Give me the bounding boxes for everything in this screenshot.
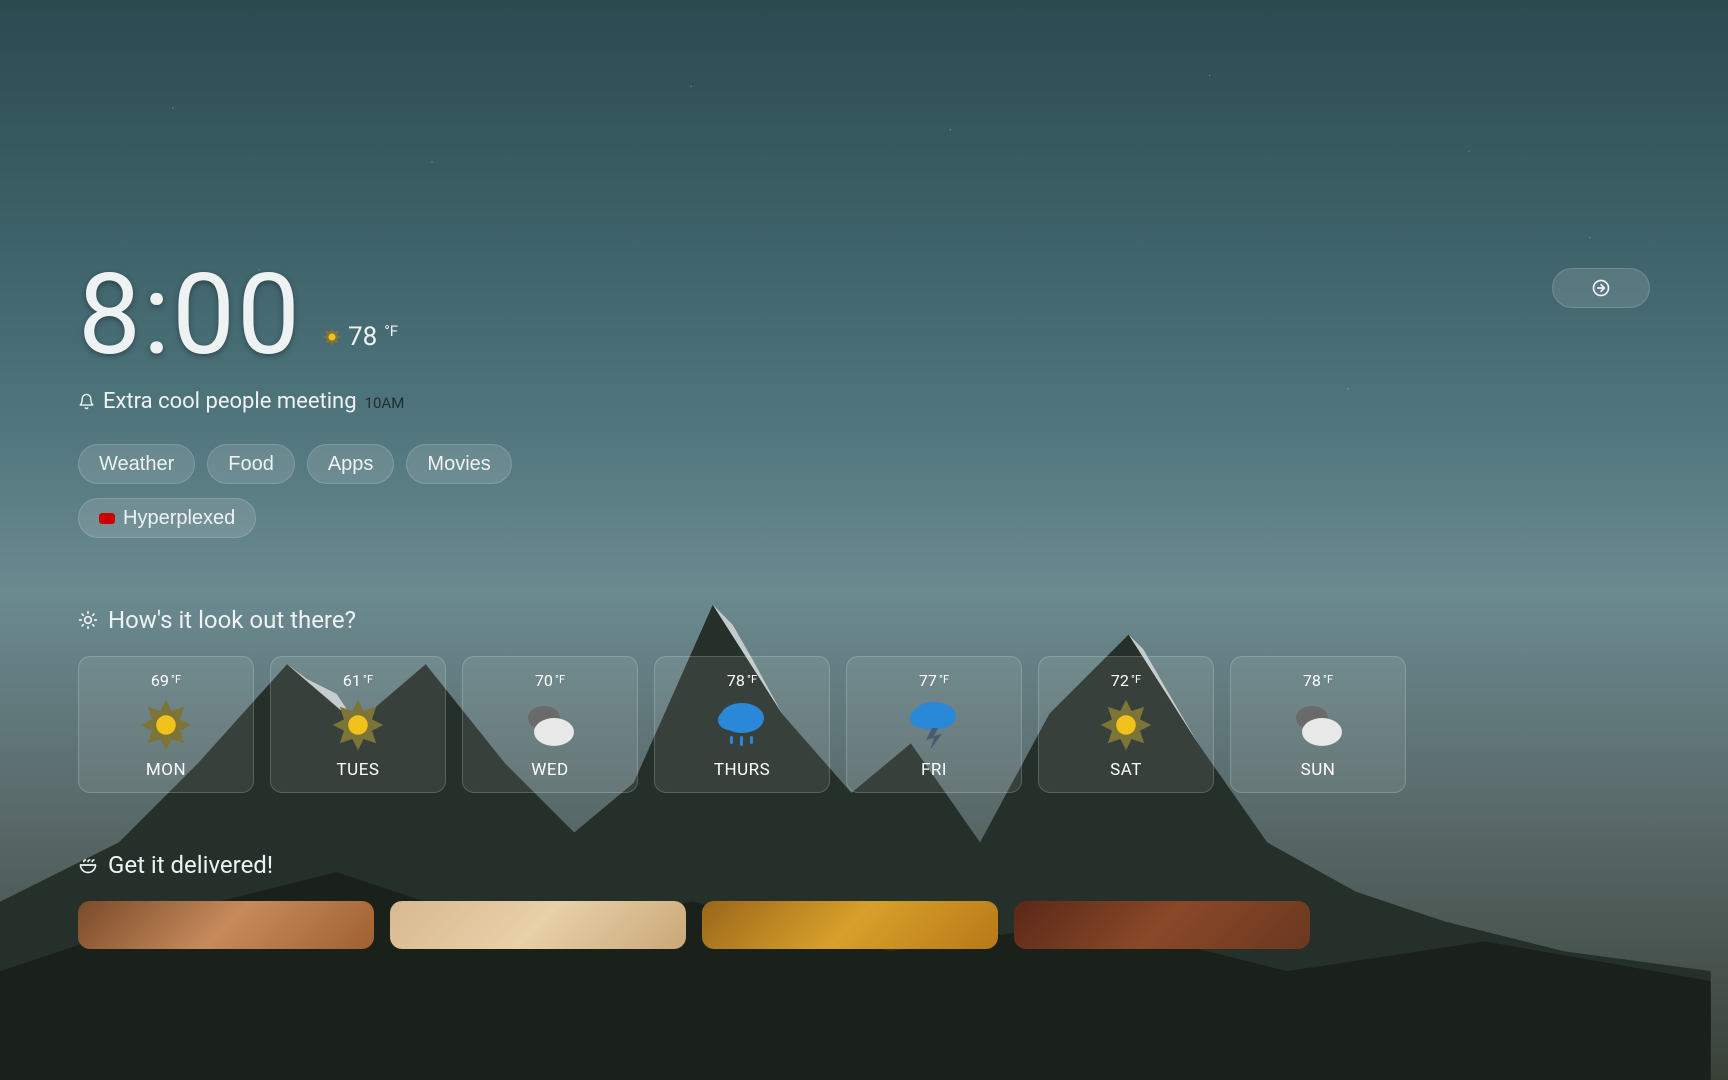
forecast-day: SUN xyxy=(1301,760,1336,780)
food-section: Get it delivered! xyxy=(78,851,1650,949)
forecast-card[interactable]: 78°F THURS xyxy=(654,656,830,793)
sun-icon xyxy=(1098,697,1154,753)
reminder: Extra cool people meeting 10AM xyxy=(78,389,1650,414)
sign-out-icon xyxy=(1591,278,1611,298)
weather-section-title: How's it look out there? xyxy=(108,606,356,634)
food-section-title: Get it delivered! xyxy=(108,851,273,879)
temp-value: 78 xyxy=(348,322,377,352)
cloudy-icon xyxy=(518,700,582,750)
bowl-icon xyxy=(78,855,98,875)
forecast-day: MON xyxy=(146,760,186,780)
rain-icon xyxy=(712,698,772,752)
forecast-card[interactable]: 69°F MON xyxy=(78,656,254,793)
sun-icon xyxy=(322,327,342,347)
forecast-day: THURS xyxy=(714,760,770,780)
temp-unit: °F xyxy=(384,322,398,340)
tag-hyperplexed[interactable]: Hyperplexed xyxy=(78,498,256,538)
forecast-card[interactable]: 61°F TUES xyxy=(270,656,446,793)
food-card[interactable] xyxy=(702,901,998,949)
tab-weather[interactable]: Weather xyxy=(78,444,195,484)
bell-icon xyxy=(78,393,95,410)
weather-section: How's it look out there? 69°F MON 61°F T… xyxy=(78,606,1650,793)
food-card[interactable] xyxy=(390,901,686,949)
forecast-day: SAT xyxy=(1110,760,1142,780)
current-temperature: 78 °F xyxy=(322,322,398,352)
tab-bar: Weather Food Apps Movies xyxy=(78,444,1650,484)
tag-label: Hyperplexed xyxy=(123,507,235,530)
forecast-card[interactable]: 78°F SUN xyxy=(1230,656,1406,793)
sun-icon xyxy=(330,697,386,753)
forecast-row[interactable]: 69°F MON 61°F TUES 70°F WED xyxy=(78,656,1650,793)
reminder-time: 10AM xyxy=(365,394,405,412)
forecast-day: TUES xyxy=(337,760,380,780)
forecast-card[interactable]: 72°F SAT xyxy=(1038,656,1214,793)
clock-time: 8:00 xyxy=(78,250,302,381)
forecast-day: FRI xyxy=(921,760,947,780)
youtube-icon xyxy=(99,513,115,524)
cloudy-icon xyxy=(1286,700,1350,750)
sun-icon xyxy=(138,697,194,753)
reminder-text: Extra cool people meeting xyxy=(103,389,357,414)
storm-icon xyxy=(904,698,964,752)
forecast-day: WED xyxy=(531,760,568,780)
food-card[interactable] xyxy=(1014,901,1310,949)
forecast-card[interactable]: 70°F WED xyxy=(462,656,638,793)
food-card[interactable] xyxy=(78,901,374,949)
tab-food[interactable]: Food xyxy=(207,444,295,484)
forecast-card[interactable]: 77°F FRI xyxy=(846,656,1022,793)
sign-out-button[interactable] xyxy=(1552,268,1650,308)
sun-outline-icon xyxy=(78,610,98,630)
tab-movies[interactable]: Movies xyxy=(406,444,511,484)
tab-apps[interactable]: Apps xyxy=(307,444,395,484)
